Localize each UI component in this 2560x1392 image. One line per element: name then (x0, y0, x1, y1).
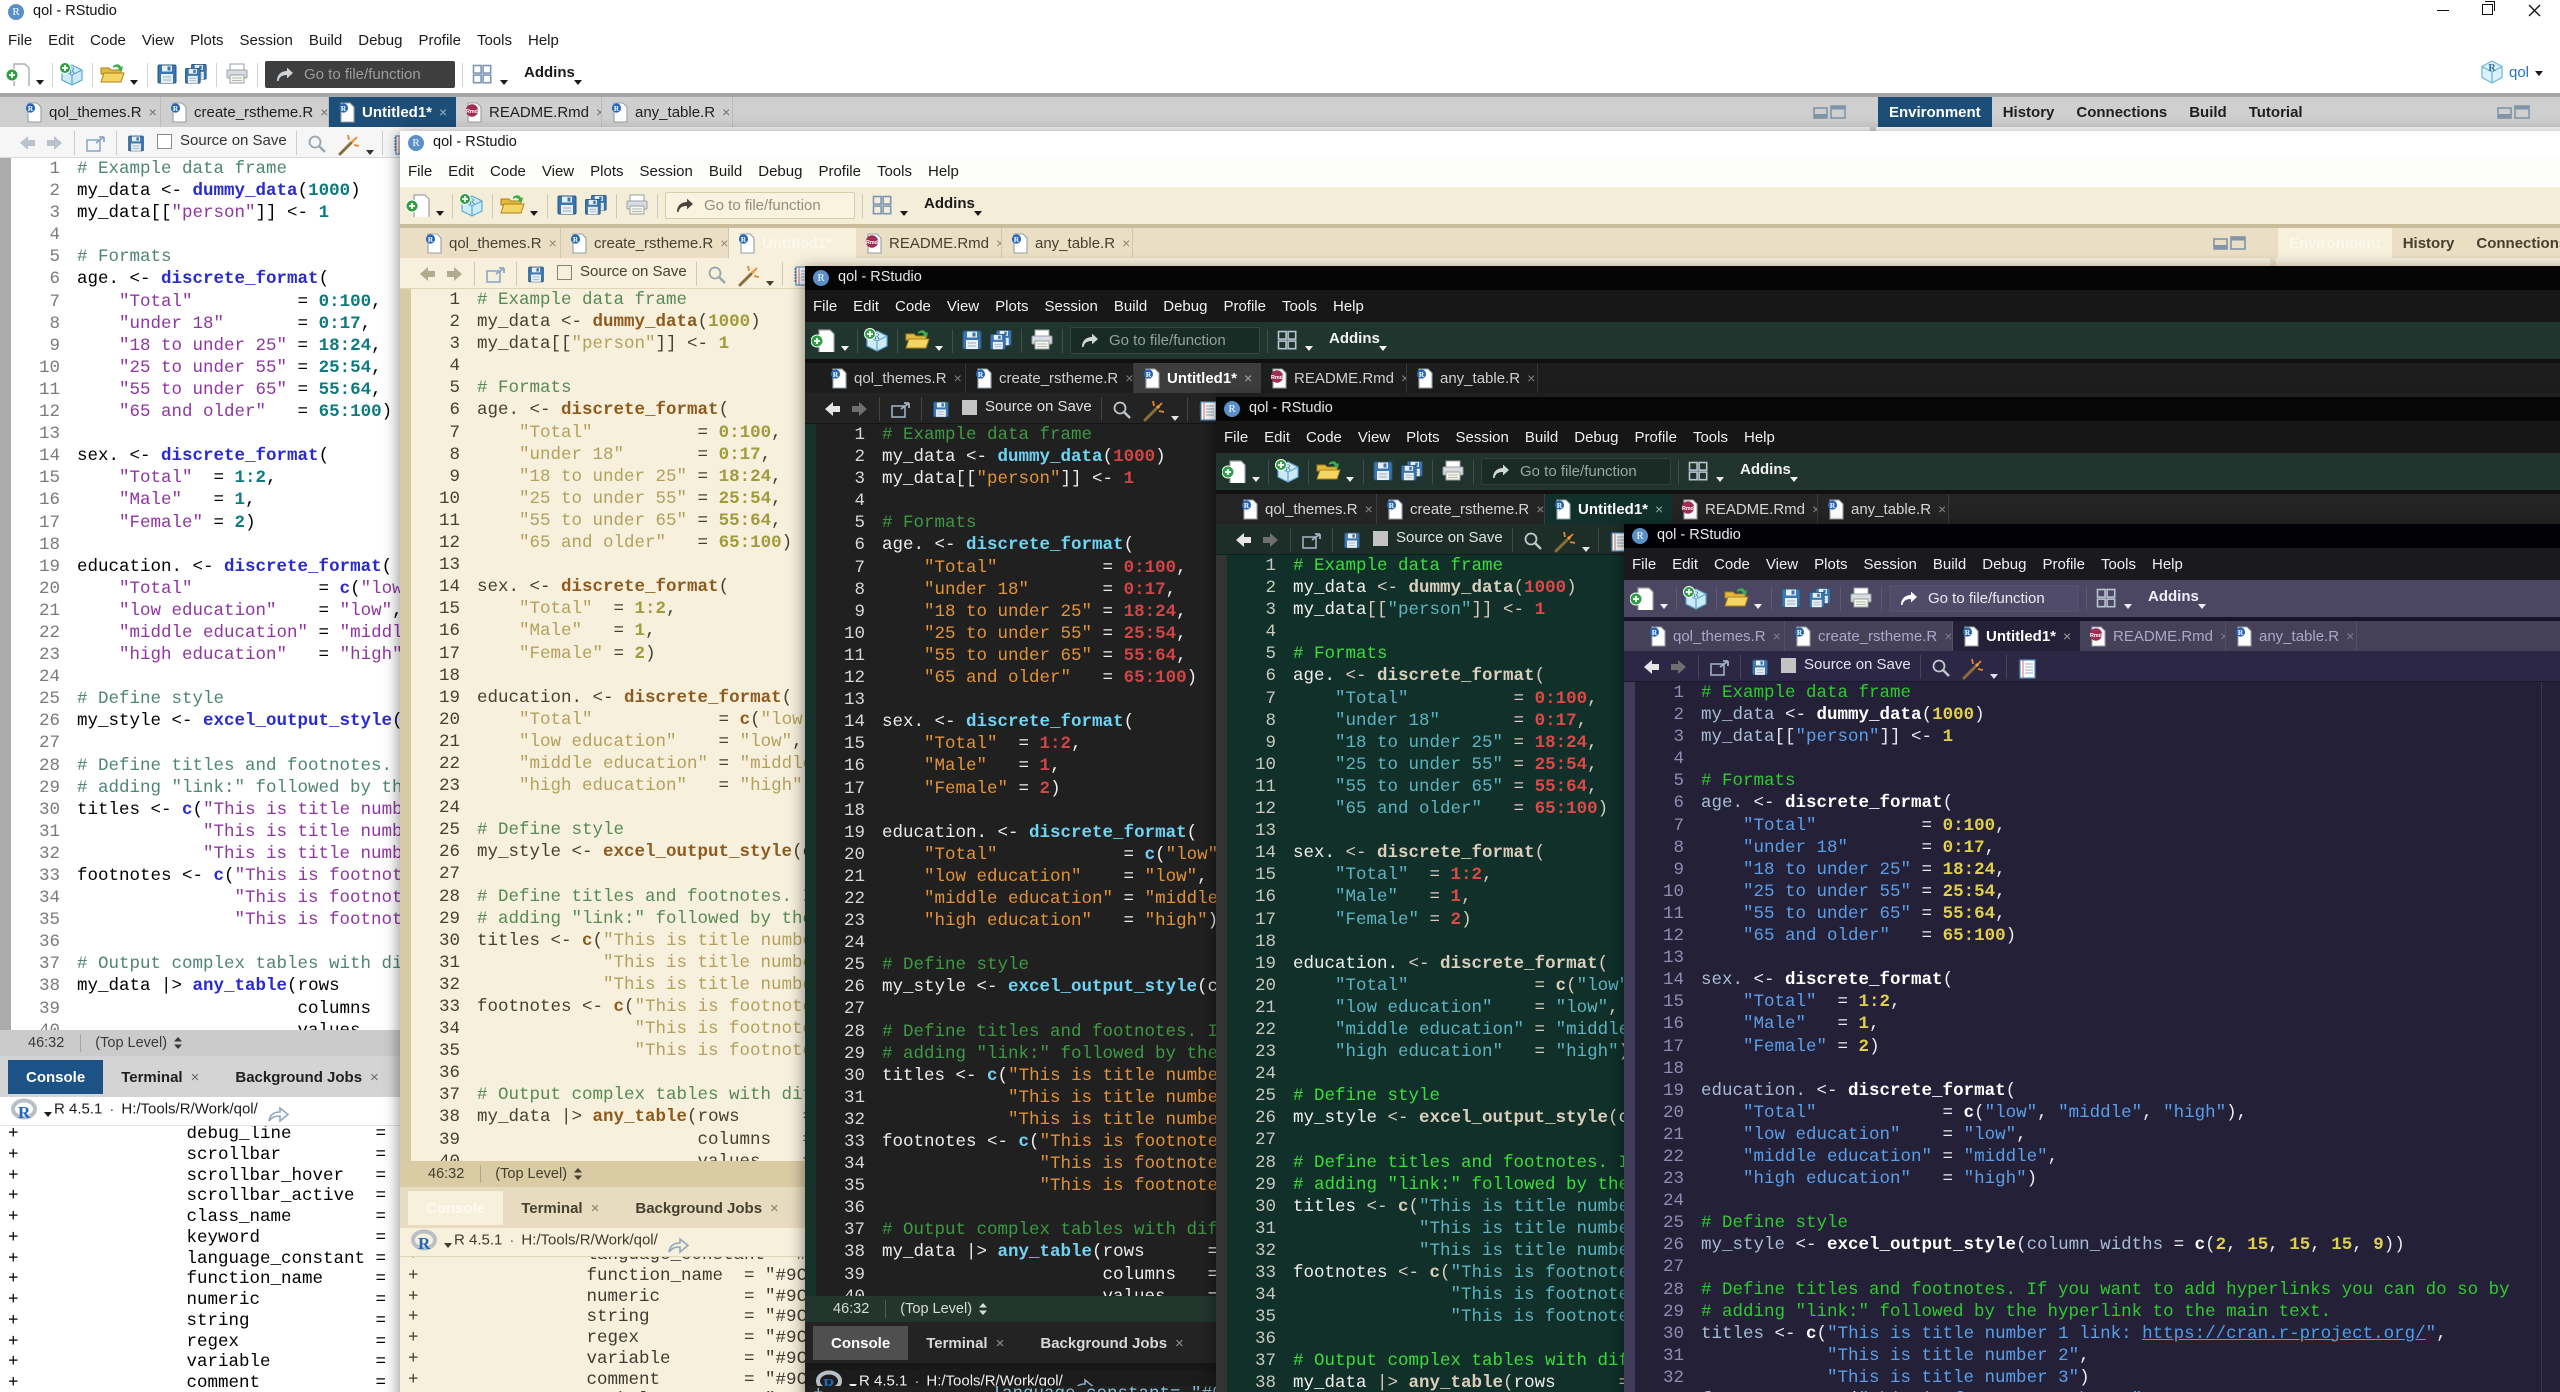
svg-text:R: R (1830, 501, 1836, 510)
svg-text:R: R (978, 370, 984, 379)
svg-text:R: R (1146, 370, 1152, 379)
svg-text:R: R (1389, 501, 1395, 510)
svg-text:R: R (18, 1103, 31, 1122)
svg-text:R: R (1652, 628, 1658, 637)
svg-text:R: R (741, 235, 747, 244)
svg-text:R: R (418, 1234, 431, 1253)
svg-text:R: R (1419, 370, 1425, 379)
svg-text:R: R (1244, 501, 1250, 510)
svg-text:Rmd: Rmd (866, 240, 878, 246)
svg-text:Rmd: Rmd (466, 109, 478, 115)
svg-text:R: R (1557, 501, 1563, 510)
svg-text:Rmd: Rmd (2090, 633, 2102, 639)
svg-text:R: R (2238, 628, 2244, 637)
svg-text:R: R (1014, 235, 1020, 244)
svg-text:R: R (428, 235, 434, 244)
svg-text:Rmd: Rmd (1682, 506, 1694, 512)
svg-text:R: R (614, 104, 620, 113)
svg-text:R: R (1797, 628, 1803, 637)
svg-text:R: R (173, 104, 179, 113)
svg-text:R: R (341, 104, 347, 113)
svg-text:R: R (28, 104, 34, 113)
svg-text:R: R (833, 370, 839, 379)
svg-text:R: R (1965, 628, 1971, 637)
svg-text:R: R (573, 235, 579, 244)
svg-text:Rmd: Rmd (1271, 375, 1283, 381)
svg-text:R: R (2488, 63, 2496, 74)
